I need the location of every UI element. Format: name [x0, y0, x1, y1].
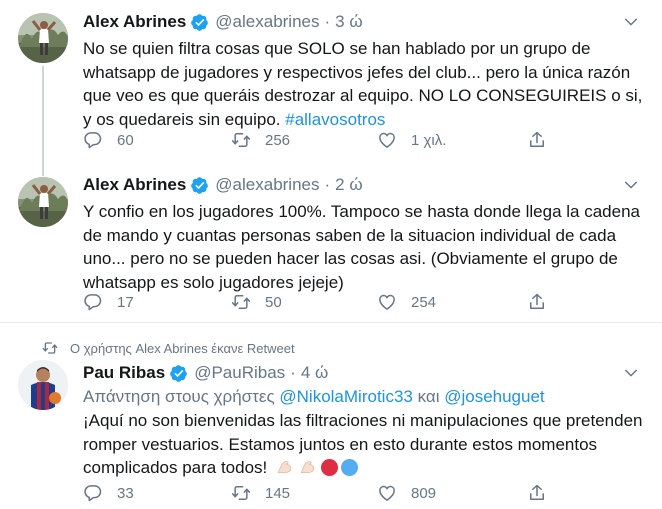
- verified-badge-icon: [170, 364, 188, 382]
- retweet-count: 50: [265, 293, 282, 311]
- avatar[interactable]: [18, 360, 68, 410]
- tweet-3[interactable]: Ο χρήστης Alex Abrines έκανε Retweet Pau…: [0, 322, 662, 509]
- like-count: 254: [411, 293, 437, 311]
- author-handle[interactable]: @PauRibas: [194, 362, 285, 384]
- reply-button[interactable]: 33: [83, 483, 134, 503]
- like-count: 1 χιλ.: [411, 131, 447, 149]
- tweet-timestamp[interactable]: 2 ώ: [335, 174, 362, 196]
- red-circle-emoji: [321, 459, 339, 476]
- avatar[interactable]: [18, 177, 68, 227]
- verified-badge-icon: [191, 176, 209, 194]
- mention-link[interactable]: @NikolaMirotic33: [279, 387, 412, 406]
- tweet-text: ¡Aquí no son bienvenidas las filtracione…: [83, 409, 648, 480]
- reply-icon: [84, 132, 102, 149]
- tweet-header: Alex Abrines @alexabrines · 2 ώ: [83, 174, 363, 196]
- tweet-text-main: ¡Aquí no son bienvenidas las filtracione…: [83, 411, 643, 477]
- retweet-count: 145: [265, 484, 291, 502]
- hashtag-link[interactable]: #allavosotros: [285, 110, 385, 129]
- verified-badge-icon: [191, 13, 209, 31]
- tweet-actions: 17 50 254: [83, 292, 563, 316]
- retweet-icon: [231, 486, 251, 500]
- tweet-text: Y confio en los jugadores 100%. Tampoco …: [83, 202, 640, 292]
- replying-to: Απάντηση στους χρήστες @NikolaMirotic33 …: [83, 385, 545, 408]
- reply-button[interactable]: 17: [83, 292, 134, 312]
- retweet-count: 256: [265, 131, 291, 149]
- retweet-icon: [231, 133, 251, 147]
- mention-link[interactable]: @josehuguet: [444, 387, 544, 406]
- tweet-1[interactable]: Alex Abrines @alexabrines · 3 ώ No se qu…: [0, 0, 662, 176]
- tweet-header: Pau Ribas @PauRibas · 4 ώ: [83, 362, 328, 384]
- thread-connector-line: [42, 66, 44, 176]
- blue-circle-emoji: [341, 459, 359, 476]
- retweet-icon: [42, 342, 58, 354]
- reply-icon: [84, 485, 102, 502]
- author-handle[interactable]: @alexabrines: [215, 174, 319, 196]
- like-button[interactable]: 1 χιλ.: [377, 130, 446, 150]
- chevron-down-icon[interactable]: [622, 176, 640, 194]
- tweet-2[interactable]: Alex Abrines @alexabrines · 2 ώ Y confio…: [0, 165, 662, 322]
- replying-to-prefix: Απάντηση στους χρήστες: [83, 387, 280, 406]
- tweet-timestamp[interactable]: 3 ώ: [335, 11, 362, 33]
- reply-count: 33: [117, 484, 134, 502]
- separator-dot: ·: [290, 363, 296, 382]
- reply-button[interactable]: 60: [83, 130, 134, 150]
- like-count: 809: [411, 484, 437, 502]
- retweet-button[interactable]: 256: [231, 130, 290, 150]
- tweet-timestamp[interactable]: 4 ώ: [301, 362, 328, 384]
- like-icon: [379, 485, 395, 501]
- tweet-text: No se quien filtra cosas que SOLO se han…: [83, 37, 648, 131]
- separator-dot: ·: [324, 12, 331, 31]
- like-button[interactable]: 809: [377, 483, 436, 503]
- author-name[interactable]: Alex Abrines: [83, 11, 186, 33]
- chevron-down-icon[interactable]: [622, 13, 640, 31]
- author-handle[interactable]: @alexabrines: [215, 11, 319, 33]
- retweet-icon: [231, 295, 251, 309]
- author-name[interactable]: Pau Ribas: [83, 362, 165, 384]
- reply-icon: [84, 294, 102, 311]
- share-button[interactable]: [527, 130, 547, 150]
- like-icon: [379, 132, 395, 148]
- replying-to-joiner: και: [412, 387, 445, 406]
- like-button[interactable]: 254: [377, 292, 436, 312]
- share-icon: [530, 131, 544, 147]
- reply-count: 17: [117, 293, 134, 311]
- share-icon: [530, 484, 544, 500]
- retweet-button[interactable]: 145: [231, 483, 290, 503]
- flexed-biceps-emoji: [277, 461, 292, 473]
- author-name[interactable]: Alex Abrines: [83, 174, 186, 196]
- retweet-context: Ο χρήστης Alex Abrines έκανε Retweet: [42, 340, 295, 356]
- flexed-biceps-emoji: [300, 461, 315, 473]
- like-icon: [379, 294, 395, 310]
- share-button[interactable]: [527, 483, 547, 503]
- retweet-button[interactable]: 50: [231, 292, 282, 312]
- tweet-actions: 60 256 1 χιλ.: [83, 130, 563, 154]
- separator-dot: ·: [324, 175, 331, 194]
- share-icon: [530, 293, 544, 309]
- reply-count: 60: [117, 131, 134, 149]
- tweet-actions: 33 145 809: [83, 483, 563, 507]
- tweet-header: Alex Abrines @alexabrines · 3 ώ: [83, 11, 363, 33]
- retweet-context-label[interactable]: Ο χρήστης Alex Abrines έκανε Retweet: [70, 341, 295, 356]
- share-button[interactable]: [527, 292, 547, 312]
- chevron-down-icon[interactable]: [622, 364, 640, 382]
- avatar[interactable]: [18, 13, 68, 63]
